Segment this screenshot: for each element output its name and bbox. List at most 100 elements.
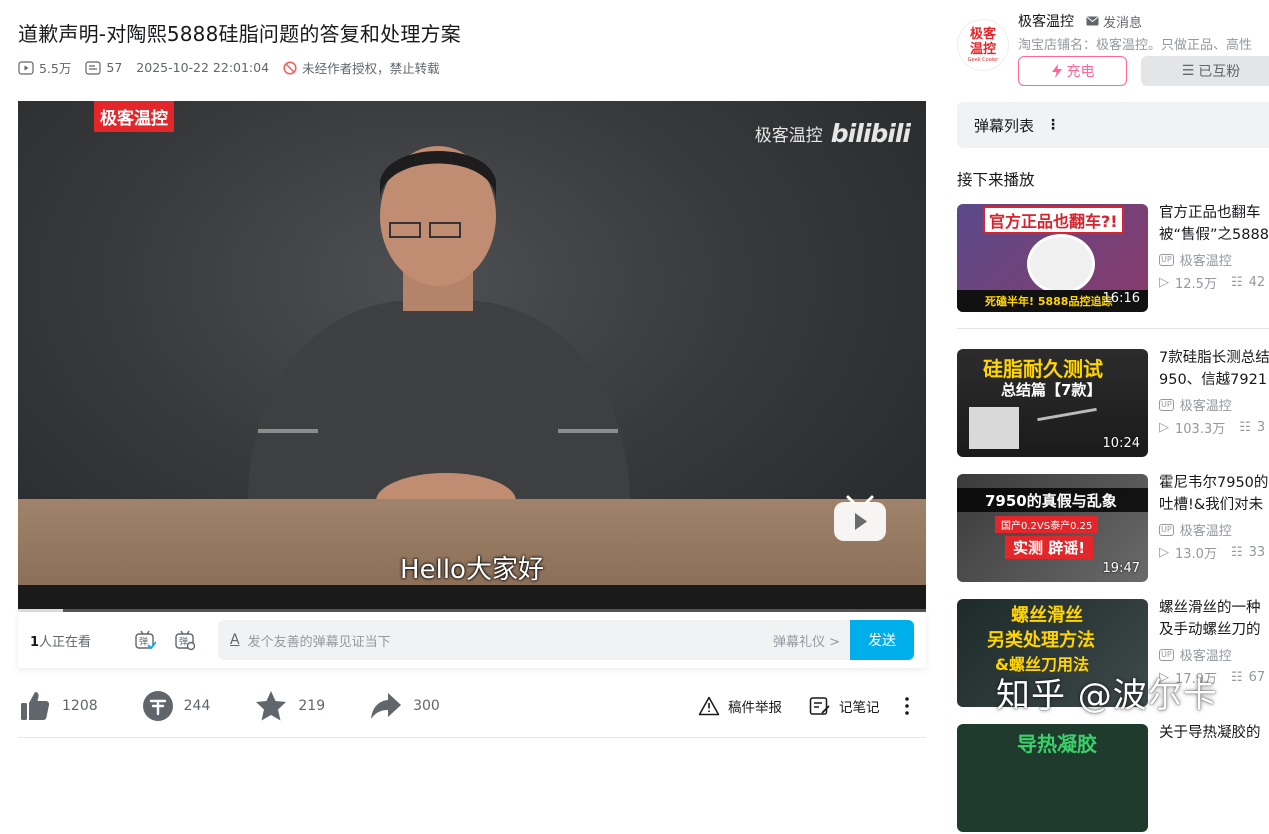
card-stats: ▷ 13.0万 ☷ 33 (1159, 545, 1266, 562)
mail-icon (1086, 16, 1099, 26)
warning-icon (698, 696, 720, 716)
up-badge-icon: UP (1159, 523, 1174, 536)
danmaku-input[interactable]: A 发个友善的弹幕见证当下 弹幕礼仪 > (218, 620, 850, 660)
card-stats: ▷ 103.3万 ☷ 3 (1159, 420, 1266, 437)
play-button-icon[interactable] (832, 493, 888, 543)
lightning-icon (1051, 64, 1062, 78)
thumb-note: 国产0.2VS泰产0.25 (995, 516, 1099, 533)
card-title[interactable]: 螺丝滑丝的一种 及手动螺丝刀的 (1159, 597, 1269, 641)
card-stats: ▷ 12.5万 ☷ 42 (1159, 275, 1266, 292)
text-style-icon[interactable]: A (230, 632, 240, 648)
thumbs-up-icon (21, 692, 50, 720)
share-icon (371, 693, 402, 719)
coin-button[interactable]: 244 (142, 690, 211, 722)
recommend-card[interactable]: 硅脂耐久测试 总结篇【7款】 10:24 7款硅脂长测总结 950、信越7921 … (957, 349, 1269, 459)
danmaku-bar: 1人正在看 弹 弹 A 发个友善的弹幕见证当下 弹幕礼仪 > 发送 (18, 612, 926, 668)
more-button[interactable] (904, 686, 910, 726)
thumb-title: 螺丝滑丝 (1011, 605, 1083, 626)
danmaku-count-icon: ☷ (1239, 420, 1251, 435)
send-danmaku-button[interactable]: 发送 (850, 620, 914, 660)
coin-icon (142, 691, 173, 721)
menu-lines-icon: ☰ (1181, 63, 1195, 79)
send-message-link[interactable]: 发消息 (1086, 12, 1142, 31)
thumb-caption: 死磕半年! 5888品控追踪 (985, 295, 1113, 308)
thumb-caption: 另类处理方法 (987, 630, 1095, 651)
favorite-count: 219 (298, 698, 326, 714)
danmaku-count-icon (85, 60, 101, 75)
card-title[interactable]: 霍尼韦尔7950的 吐槽!&我们对未 (1159, 472, 1269, 516)
subtitle: Hello大家好 (400, 555, 544, 585)
report-label: 稿件举报 (728, 700, 782, 716)
views-count: 5.5万 (39, 61, 72, 76)
danmaku-count: 57 (106, 60, 123, 75)
report-button[interactable]: 稿件举报 (698, 686, 782, 726)
uploader-header: 极客温控 发消息 (1018, 11, 1142, 31)
danmaku-etiquette-link[interactable]: 弹幕礼仪 > (773, 631, 840, 650)
card-uploader[interactable]: UP 极客温控 (1159, 395, 1232, 414)
follow-status-button[interactable]: ☰ 已互粉 (1141, 56, 1269, 86)
zhihu-watermark: 知乎 @波尔卡 (996, 676, 1218, 716)
card-uploader[interactable]: UP 极客温控 (1159, 520, 1232, 539)
up-badge-icon: UP (1159, 253, 1174, 266)
divider (18, 737, 926, 738)
danmaku-count-icon: ☷ (1230, 275, 1243, 290)
bilibili-logo: bilibili (830, 119, 911, 148)
recommend-card[interactable]: 导热凝胶 关于导热凝胶的 (957, 724, 1269, 834)
video-thumbnail[interactable]: 硅脂耐久测试 总结篇【7款】 10:24 (957, 349, 1148, 457)
recommend-card[interactable]: 7950的真假与乱象 国产0.2VS泰产0.25 实测 辟谣! 19:47 霍尼… (957, 474, 1269, 584)
duration: 16:16 (1102, 291, 1140, 306)
more-vertical-icon[interactable]: ⋮ (1046, 117, 1060, 133)
card-uploader[interactable]: UP 极客温控 (1159, 250, 1232, 269)
danmaku-stat: 57 (85, 60, 122, 75)
danmaku-list-header[interactable]: 弹幕列表 ⋮ (957, 102, 1269, 148)
card-title[interactable]: 7款硅脂长测总结 950、信越7921 (1159, 347, 1269, 391)
video-thumbnail[interactable]: 7950的真假与乱象 国产0.2VS泰产0.25 实测 辟谣! 19:47 (957, 474, 1148, 582)
views-stat: 5.5万 (18, 58, 71, 77)
watermark-text: 极客温控 (754, 126, 823, 146)
copyright-text: 未经作者授权，禁止转载 (302, 61, 440, 76)
charge-button[interactable]: 充电 (1018, 56, 1127, 86)
danmaku-toggle-icon[interactable]: 弹 (134, 629, 156, 651)
share-button[interactable]: 300 (369, 691, 440, 721)
brand-tag: 极客温控 (94, 101, 174, 132)
avatar-logo-text: 极客温控 (969, 27, 996, 57)
thumb-title: 7950的真假与乱象 (985, 492, 1117, 510)
card-uploader[interactable]: UP 极客温控 (1159, 645, 1232, 664)
thumb-title: 官方正品也翻车?! (983, 206, 1124, 234)
video-thumbnail[interactable]: 导热凝胶 (957, 724, 1148, 832)
video-thumbnail[interactable]: 官方正品也翻车?! 死磕半年! 5888品控追踪 16:16 (957, 204, 1148, 312)
danmaku-settings-icon[interactable]: 弹 (174, 629, 196, 651)
danmaku-count-icon: ☷ (1230, 670, 1243, 685)
video-player[interactable]: 极客温控 极客温控 bilibili Hello大家好 (18, 101, 926, 612)
card-title[interactable]: 官方正品也翻车 被“售假”之5888 (1159, 202, 1269, 246)
coin-count: 244 (183, 698, 211, 714)
thumb-product (1027, 234, 1095, 294)
avatar-logo-sub: Geek Cooler (967, 57, 999, 63)
video-meta: 5.5万 57 2025-10-22 22:01:04 未经作者授权，禁止转载 (18, 58, 440, 77)
danmaku-count-icon: ☷ (1230, 545, 1243, 560)
play-count-icon: ▷ (1159, 420, 1169, 435)
play-count-icon: ▷ (1159, 545, 1169, 560)
play-count-icon: ▷ (1159, 275, 1169, 290)
card-title[interactable]: 关于导热凝胶的 (1159, 722, 1269, 744)
uploader-name[interactable]: 极客温控 (1018, 11, 1074, 31)
duration: 19:47 (1102, 561, 1140, 576)
forbidden-icon (283, 60, 297, 75)
up-next-heading: 接下来播放 (957, 171, 1035, 189)
recommend-card[interactable]: 官方正品也翻车?! 死磕半年! 5888品控追踪 16:16 官方正品也翻车 被“… (957, 204, 1269, 314)
notes-button[interactable]: 记笔记 (809, 686, 880, 726)
video-actions: 1208 244 219 300 稿件举报 记笔记 (18, 686, 926, 726)
up-badge-icon: UP (1159, 648, 1174, 661)
favorite-button[interactable]: 219 (254, 690, 325, 722)
like-button[interactable]: 1208 (18, 689, 98, 723)
uploader-description: 淘宝店铺名：极客温控。只做正品、高性 (1018, 38, 1253, 53)
publish-datetime: 2025-10-22 22:01:04 (136, 60, 270, 75)
svg-text:弹: 弹 (179, 636, 188, 648)
star-icon (256, 691, 287, 721)
watching-count: 1人正在看 (30, 634, 92, 650)
share-count: 300 (413, 698, 440, 714)
duration: 10:24 (1102, 436, 1140, 451)
uploader-avatar[interactable]: 极客温控 Geek Cooler (957, 19, 1009, 71)
more-vertical-icon (905, 697, 909, 715)
thumb-product (969, 407, 1019, 449)
